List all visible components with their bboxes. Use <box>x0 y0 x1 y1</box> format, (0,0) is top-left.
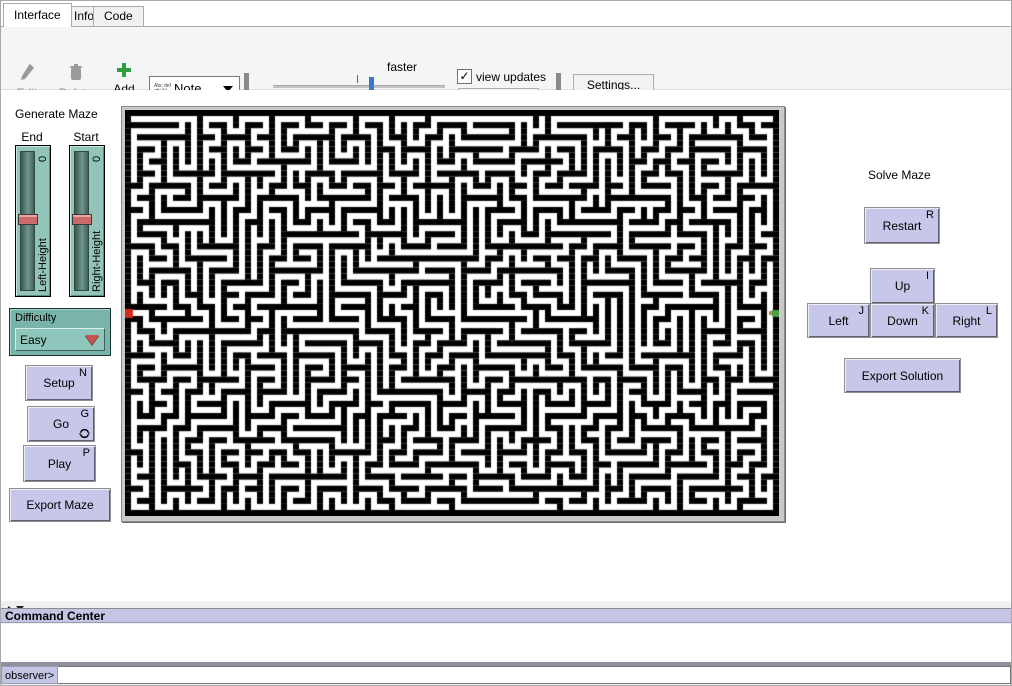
interface-canvas: Generate Maze End Start 0 Left-Height 0 … <box>1 90 1011 601</box>
maze-canvas[interactable] <box>125 110 779 516</box>
right-button[interactable]: Right L <box>935 303 998 338</box>
left-button[interactable]: Left J <box>807 303 870 338</box>
chooser-label: Difficulty <box>15 312 56 324</box>
slider-name: Right-Height <box>91 231 103 292</box>
go-button[interactable]: Go G <box>27 406 95 442</box>
up-button[interactable]: Up I <box>870 268 935 304</box>
go-key: G <box>80 408 89 420</box>
trash-icon <box>68 63 84 83</box>
command-center-header[interactable]: Command Center <box>1 608 1011 623</box>
start-slider-heading: Start <box>69 130 103 144</box>
right-label: Right <box>952 314 980 328</box>
left-height-slider[interactable]: 0 Left-Height <box>15 145 51 297</box>
netlogo-window: Interface Info Code Edit Delete Ad <box>0 0 1012 686</box>
go-label: Go <box>53 417 69 431</box>
setup-label: Setup <box>43 376 74 390</box>
toolbar: Edit Delete Add Abc def ghi jkl Note <box>1 27 1011 90</box>
slider-value: 0 <box>37 156 49 162</box>
export-solution-label: Export Solution <box>862 369 943 383</box>
plus-icon <box>115 61 133 79</box>
command-center-output[interactable] <box>1 624 1011 662</box>
left-label: Left <box>828 314 848 328</box>
pencil-icon <box>18 63 36 83</box>
generate-maze-title: Generate Maze <box>15 107 98 121</box>
difficulty-chooser[interactable]: Difficulty Easy <box>9 308 111 356</box>
end-slider-heading: End <box>15 130 49 144</box>
speed-slider-track[interactable] <box>273 85 445 88</box>
slider-value: 0 <box>91 156 103 162</box>
slider-thumb[interactable] <box>18 214 38 225</box>
forever-icon <box>79 428 90 439</box>
observer-prompt[interactable]: observer> <box>1 666 58 684</box>
up-label: Up <box>895 279 910 293</box>
slider-name: Left-Height <box>37 238 49 292</box>
down-button[interactable]: Down K <box>870 303 935 338</box>
speed-slider-tick <box>357 75 358 83</box>
faster-label: faster <box>387 60 417 74</box>
up-key: I <box>926 270 929 282</box>
restart-label: Restart <box>883 219 922 233</box>
right-height-slider[interactable]: 0 Right-Height <box>69 145 105 297</box>
solve-maze-title: Solve Maze <box>868 168 931 182</box>
view-updates-label: view updates <box>476 70 546 84</box>
tab-bar: Interface Info Code <box>1 1 1011 27</box>
left-key: J <box>859 305 865 317</box>
view-updates-checkbox[interactable]: ✓ <box>457 69 472 84</box>
difficulty-value: Easy <box>16 333 85 347</box>
tab-interface[interactable]: Interface <box>3 3 72 27</box>
down-key: K <box>922 305 929 317</box>
play-label: Play <box>48 457 71 471</box>
tab-code[interactable]: Code <box>93 6 144 26</box>
setup-key: N <box>79 367 87 379</box>
export-maze-button[interactable]: Export Maze <box>9 488 111 522</box>
export-maze-label: Export Maze <box>26 498 93 512</box>
command-input[interactable] <box>58 666 1011 684</box>
setup-button[interactable]: Setup N <box>25 365 93 401</box>
command-center: Command Center observer> <box>1 601 1011 685</box>
play-key: P <box>83 447 90 459</box>
play-button[interactable]: Play P <box>23 445 96 482</box>
down-label: Down <box>887 314 918 328</box>
slider-thumb[interactable] <box>72 214 92 225</box>
restart-key: R <box>926 209 934 221</box>
difficulty-select[interactable]: Easy <box>15 328 105 351</box>
chooser-arrow-icon <box>85 335 99 345</box>
export-solution-button[interactable]: Export Solution <box>844 358 961 393</box>
command-input-row: observer> <box>1 666 1011 684</box>
restart-button[interactable]: Restart R <box>864 207 940 244</box>
right-key: L <box>986 305 992 317</box>
world-view[interactable] <box>121 106 785 522</box>
